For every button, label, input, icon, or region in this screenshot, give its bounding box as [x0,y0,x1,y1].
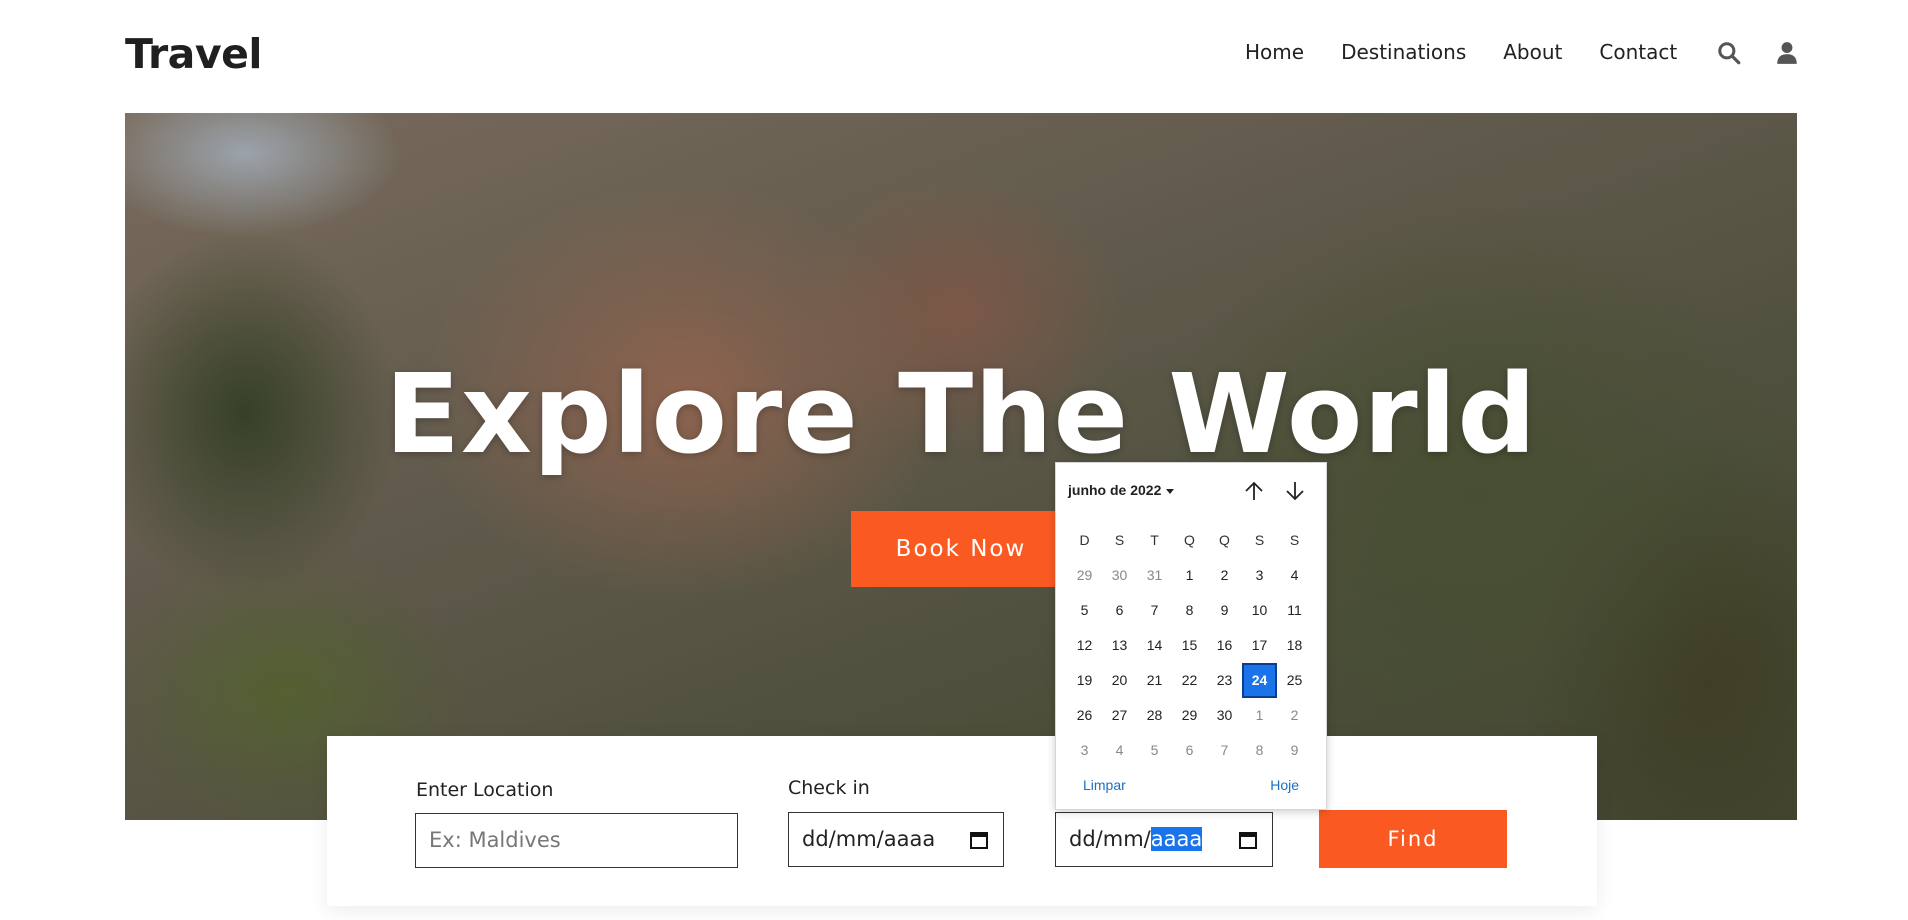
checkout-date-input[interactable]: dd/mm/aaaa [1055,812,1273,867]
search-panel: Enter Location Ex: Maldives Check in dd/… [327,736,1597,906]
calendar-day[interactable]: 8 [1172,593,1207,628]
calendar-icon[interactable] [969,830,989,850]
search-icon[interactable] [1716,40,1742,66]
calendar-day[interactable]: 4 [1277,558,1312,593]
calendar-day[interactable]: 31 [1137,558,1172,593]
today-button[interactable]: Hoje [1270,777,1299,793]
calendar-grid: D S T Q Q S S 29 30 31 1 2 3 4 5 6 7 8 9 10 11 12 13 14 1… [1067,523,1312,768]
checkin-date-text: dd/mm/aaaa [802,827,936,851]
hero-banner: Explore The World Book Now [125,113,1797,820]
month-year-label: junho de 2022 [1068,482,1162,498]
calendar-day[interactable]: 20 [1102,663,1137,698]
calendar-day[interactable]: 1 [1242,698,1277,733]
weekday-label: Q [1219,532,1230,548]
weekday-label: S [1254,532,1265,548]
calendar-day-selected[interactable]: 24 [1242,663,1277,698]
calendar-day[interactable]: 22 [1172,663,1207,698]
location-input[interactable]: Ex: Maldives [415,813,738,868]
nav-contact[interactable]: Contact [1599,40,1677,64]
calendar-day[interactable]: 9 [1207,593,1242,628]
calendar-day[interactable]: 3 [1242,558,1277,593]
calendar-day[interactable]: 4 [1102,733,1137,768]
checkin-label: Check in [788,777,870,799]
checkout-date-year-selected: aaaa [1150,827,1203,851]
calendar-day[interactable]: 5 [1137,733,1172,768]
calendar-day[interactable]: 1 [1172,558,1207,593]
calendar-day[interactable]: 6 [1172,733,1207,768]
calendar-day[interactable]: 21 [1137,663,1172,698]
calendar-day[interactable]: 16 [1207,628,1242,663]
calendar-day[interactable]: 30 [1102,558,1137,593]
calendar-day[interactable]: 30 [1207,698,1242,733]
main-nav: Home Destinations About Contact [1245,40,1677,64]
calendar-day[interactable]: 14 [1137,628,1172,663]
date-picker-popup: junho de 2022 D S T Q Q S S 29 30 31 1 2 3 4 5 6… [1055,462,1327,810]
checkout-date-prefix: dd/mm/ [1069,827,1151,851]
calendar-day[interactable]: 25 [1277,663,1312,698]
user-icon[interactable] [1774,40,1800,66]
calendar-day[interactable]: 26 [1067,698,1102,733]
calendar-day[interactable]: 10 [1242,593,1277,628]
find-button[interactable]: Find [1319,810,1507,868]
calendar-day[interactable]: 9 [1277,733,1312,768]
calendar-icon[interactable] [1238,830,1258,850]
calendar-day[interactable]: 19 [1067,663,1102,698]
nav-destinations[interactable]: Destinations [1341,40,1466,64]
arrow-up-icon[interactable] [1242,479,1266,503]
calendar-day[interactable]: 23 [1207,663,1242,698]
hero-title: Explore The World [384,350,1538,478]
weekday-label: Q [1184,532,1195,548]
dropdown-caret-icon [1166,488,1175,494]
location-label: Enter Location [416,779,554,801]
checkout-date-text: dd/mm/aaaa [1069,813,1203,866]
calendar-day[interactable]: 3 [1067,733,1102,768]
weekday-label: S [1289,532,1300,548]
checkin-date-input[interactable]: dd/mm/aaaa [788,812,1004,867]
calendar-day[interactable]: 2 [1207,558,1242,593]
calendar-day[interactable]: 7 [1207,733,1242,768]
calendar-day[interactable]: 13 [1102,628,1137,663]
calendar-day[interactable]: 18 [1277,628,1312,663]
calendar-day[interactable]: 29 [1172,698,1207,733]
weekday-label: T [1150,532,1159,548]
nav-about[interactable]: About [1503,40,1562,64]
calendar-day[interactable]: 7 [1137,593,1172,628]
nav-home[interactable]: Home [1245,40,1304,64]
site-logo[interactable]: Travel [125,30,262,78]
weekday-label: S [1114,532,1125,548]
calendar-day[interactable]: 5 [1067,593,1102,628]
month-year-selector[interactable]: junho de 2022 [1068,482,1175,498]
clear-date-button[interactable]: Limpar [1083,777,1126,793]
calendar-day[interactable]: 6 [1102,593,1137,628]
calendar-day[interactable]: 29 [1067,558,1102,593]
book-now-button[interactable]: Book Now [851,511,1071,587]
calendar-day[interactable]: 2 [1277,698,1312,733]
weekday-label: D [1079,532,1090,548]
calendar-day[interactable]: 27 [1102,698,1137,733]
calendar-day[interactable]: 11 [1277,593,1312,628]
calendar-day[interactable]: 28 [1137,698,1172,733]
calendar-day[interactable]: 17 [1242,628,1277,663]
calendar-day[interactable]: 8 [1242,733,1277,768]
arrow-down-icon[interactable] [1283,479,1307,503]
calendar-day[interactable]: 12 [1067,628,1102,663]
calendar-day[interactable]: 15 [1172,628,1207,663]
